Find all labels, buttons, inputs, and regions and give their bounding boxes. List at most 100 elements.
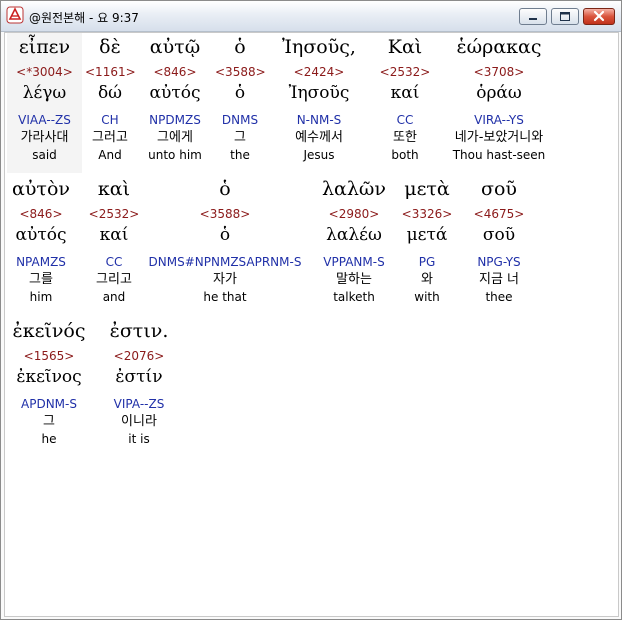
lemma: μετά	[406, 225, 448, 245]
korean-gloss: 예수께서	[295, 130, 343, 145]
korean-gloss: 그리고	[96, 272, 132, 287]
strong-number: <1161>	[85, 65, 136, 79]
app-window: @원전본해 - 요 9:37 εἶπεν <*3004> λέγω VIAA--ZS 가…	[0, 0, 622, 620]
lemma: ἐστίν	[115, 367, 163, 387]
korean-gloss: 네가-보았거니와	[454, 130, 544, 145]
word-cell[interactable]: ἐκεῖνός <1565> ἐκεῖνος APDNM-S 그 he	[7, 317, 91, 453]
korean-gloss: 지금 너	[478, 272, 519, 287]
word-cell[interactable]: ὁ <3588> ὁ DNMS#NPNMZSAPRNM-S 자가 he that	[145, 175, 305, 311]
strong-number: <*3004>	[16, 65, 73, 79]
word-cell[interactable]: λαλῶν <2980> λαλέω VPPANM-S 말하는 talketh	[315, 175, 393, 311]
english-gloss: he	[41, 432, 57, 446]
interlinear-view[interactable]: εἶπεν <*3004> λέγω VIAA--ZS 가라사대 said δὲ <1161>…	[4, 32, 619, 617]
parse-code: NPG-YS	[477, 255, 521, 269]
strong-number: <3326>	[401, 207, 453, 221]
english-gloss: he that	[203, 290, 247, 304]
korean-gloss: 그러고	[92, 130, 128, 145]
word-cell[interactable]: αὐτὸν <846> αὐτός NPAMZS 그를 him	[7, 175, 75, 311]
maximize-button[interactable]	[551, 8, 579, 25]
korean-gloss: 이니라	[121, 414, 157, 429]
parse-code: APDNM-S	[21, 397, 77, 411]
lemma: αὐτός	[15, 225, 67, 245]
close-icon	[593, 10, 605, 22]
korean-gloss: 가라사대	[20, 130, 69, 145]
greek-word: ἐστιν.	[109, 320, 169, 342]
strong-number: <846>	[19, 207, 63, 221]
greek-word: ὁ	[234, 36, 246, 58]
english-gloss: talketh	[333, 290, 375, 304]
korean-gloss: 그	[43, 414, 55, 429]
strong-number: <3588>	[199, 207, 251, 221]
parse-code: VIAA--ZS	[18, 113, 71, 127]
korean-gloss: 말하는	[336, 272, 372, 287]
greek-word: λαλῶν	[322, 178, 386, 200]
word-cell[interactable]: δὲ <1161> δώ CH 그러고 And	[85, 33, 136, 169]
strong-number: <846>	[153, 65, 197, 79]
word-cell[interactable]: ὁ <3588> ὁ DNMS 그 the	[215, 33, 266, 169]
korean-gloss: 와	[421, 272, 433, 287]
strong-number: <3588>	[215, 65, 266, 79]
word-cell[interactable]: ἐστιν. <2076> ἐστίν VIPA--ZS 이니라 it is	[101, 317, 177, 453]
parse-code: CC	[396, 113, 414, 127]
parse-code: VIRA--YS	[474, 113, 524, 127]
korean-gloss: 그를	[29, 272, 53, 287]
parse-code: N-NM-S	[296, 113, 342, 127]
window-title: @원전본해 - 요 9:37	[29, 11, 139, 25]
strong-number: <4675>	[473, 207, 525, 221]
word-cell[interactable]: Καὶ <2532> καί CC 또한 both	[371, 33, 439, 169]
greek-word: μετὰ	[404, 178, 450, 200]
lemma: ὁ	[234, 83, 246, 103]
word-cell[interactable]: Ἰησοῦς, <2424> Ἰησοῦς N-NM-S 예수께서 Jesus	[269, 33, 369, 169]
parse-code: CH	[101, 113, 119, 127]
lemma: σοῦ	[482, 225, 516, 245]
english-gloss: Thou hast-seen	[452, 148, 546, 162]
english-gloss: it is	[128, 432, 150, 446]
parse-code: VPPANM-S	[323, 255, 385, 269]
strong-number: <2424>	[293, 65, 345, 79]
strong-number: <3708>	[473, 65, 525, 79]
lemma: ὁράω	[476, 83, 522, 103]
word-cell[interactable]: αὐτῷ <846> αὐτός NPDMZS 그에게 unto him	[139, 33, 211, 169]
word-cell[interactable]: σοῦ <4675> σοῦ NPG-YS 지금 너 thee	[461, 175, 537, 311]
lemma: καί	[99, 225, 129, 245]
greek-word: δὲ	[99, 36, 121, 58]
greek-word: Καὶ	[387, 36, 423, 58]
app-logo-icon	[6, 6, 24, 24]
parse-code: NPDMZS	[149, 113, 201, 127]
lemma: αὐτός	[149, 83, 201, 103]
parse-code: DNMS#NPNMZSAPRNM-S	[148, 255, 302, 269]
parse-code: PG	[418, 255, 436, 269]
title-bar[interactable]: @원전본해 - 요 9:37	[1, 1, 621, 32]
lemma: καί	[390, 83, 420, 103]
korean-gloss: 자가	[213, 272, 237, 287]
english-gloss: thee	[485, 290, 513, 304]
lemma: ὁ	[219, 225, 231, 245]
greek-word: εἶπεν	[18, 36, 71, 58]
english-gloss: unto him	[148, 148, 202, 162]
greek-word: αὐτῷ	[149, 36, 201, 58]
korean-gloss: 그	[234, 130, 246, 145]
korean-gloss: 또한	[393, 130, 417, 145]
close-button[interactable]	[583, 8, 615, 25]
greek-word: ὁ	[219, 178, 231, 200]
greek-word: Ἰησοῦς,	[282, 36, 356, 58]
lemma: ἐκεῖνος	[16, 367, 82, 387]
english-gloss: said	[32, 148, 57, 162]
word-cell[interactable]: καὶ <2532> καί CC 그리고 and	[85, 175, 143, 311]
word-cell[interactable]: εἶπεν <*3004> λέγω VIAA--ZS 가라사대 said	[7, 33, 82, 169]
word-cell[interactable]: ἑώρακας <3708> ὁράω VIRA--YS 네가-보았거니와 Thou ha…	[435, 33, 563, 169]
english-gloss: him	[29, 290, 53, 304]
parse-code: DNMS	[221, 113, 259, 127]
greek-word: ἐκεῖνός	[12, 320, 86, 342]
greek-word: σοῦ	[481, 178, 517, 200]
korean-gloss: 그에게	[157, 130, 193, 145]
english-gloss: both	[391, 148, 419, 162]
english-gloss: And	[98, 148, 122, 162]
english-gloss: the	[230, 148, 250, 162]
parse-code: CC	[105, 255, 123, 269]
greek-word: ἑώρακας	[456, 36, 542, 58]
maximize-icon	[560, 12, 570, 21]
minimize-button[interactable]	[519, 8, 547, 25]
word-cell[interactable]: μετὰ <3326> μετά PG 와 with	[399, 175, 455, 311]
greek-word: καὶ	[97, 178, 131, 200]
